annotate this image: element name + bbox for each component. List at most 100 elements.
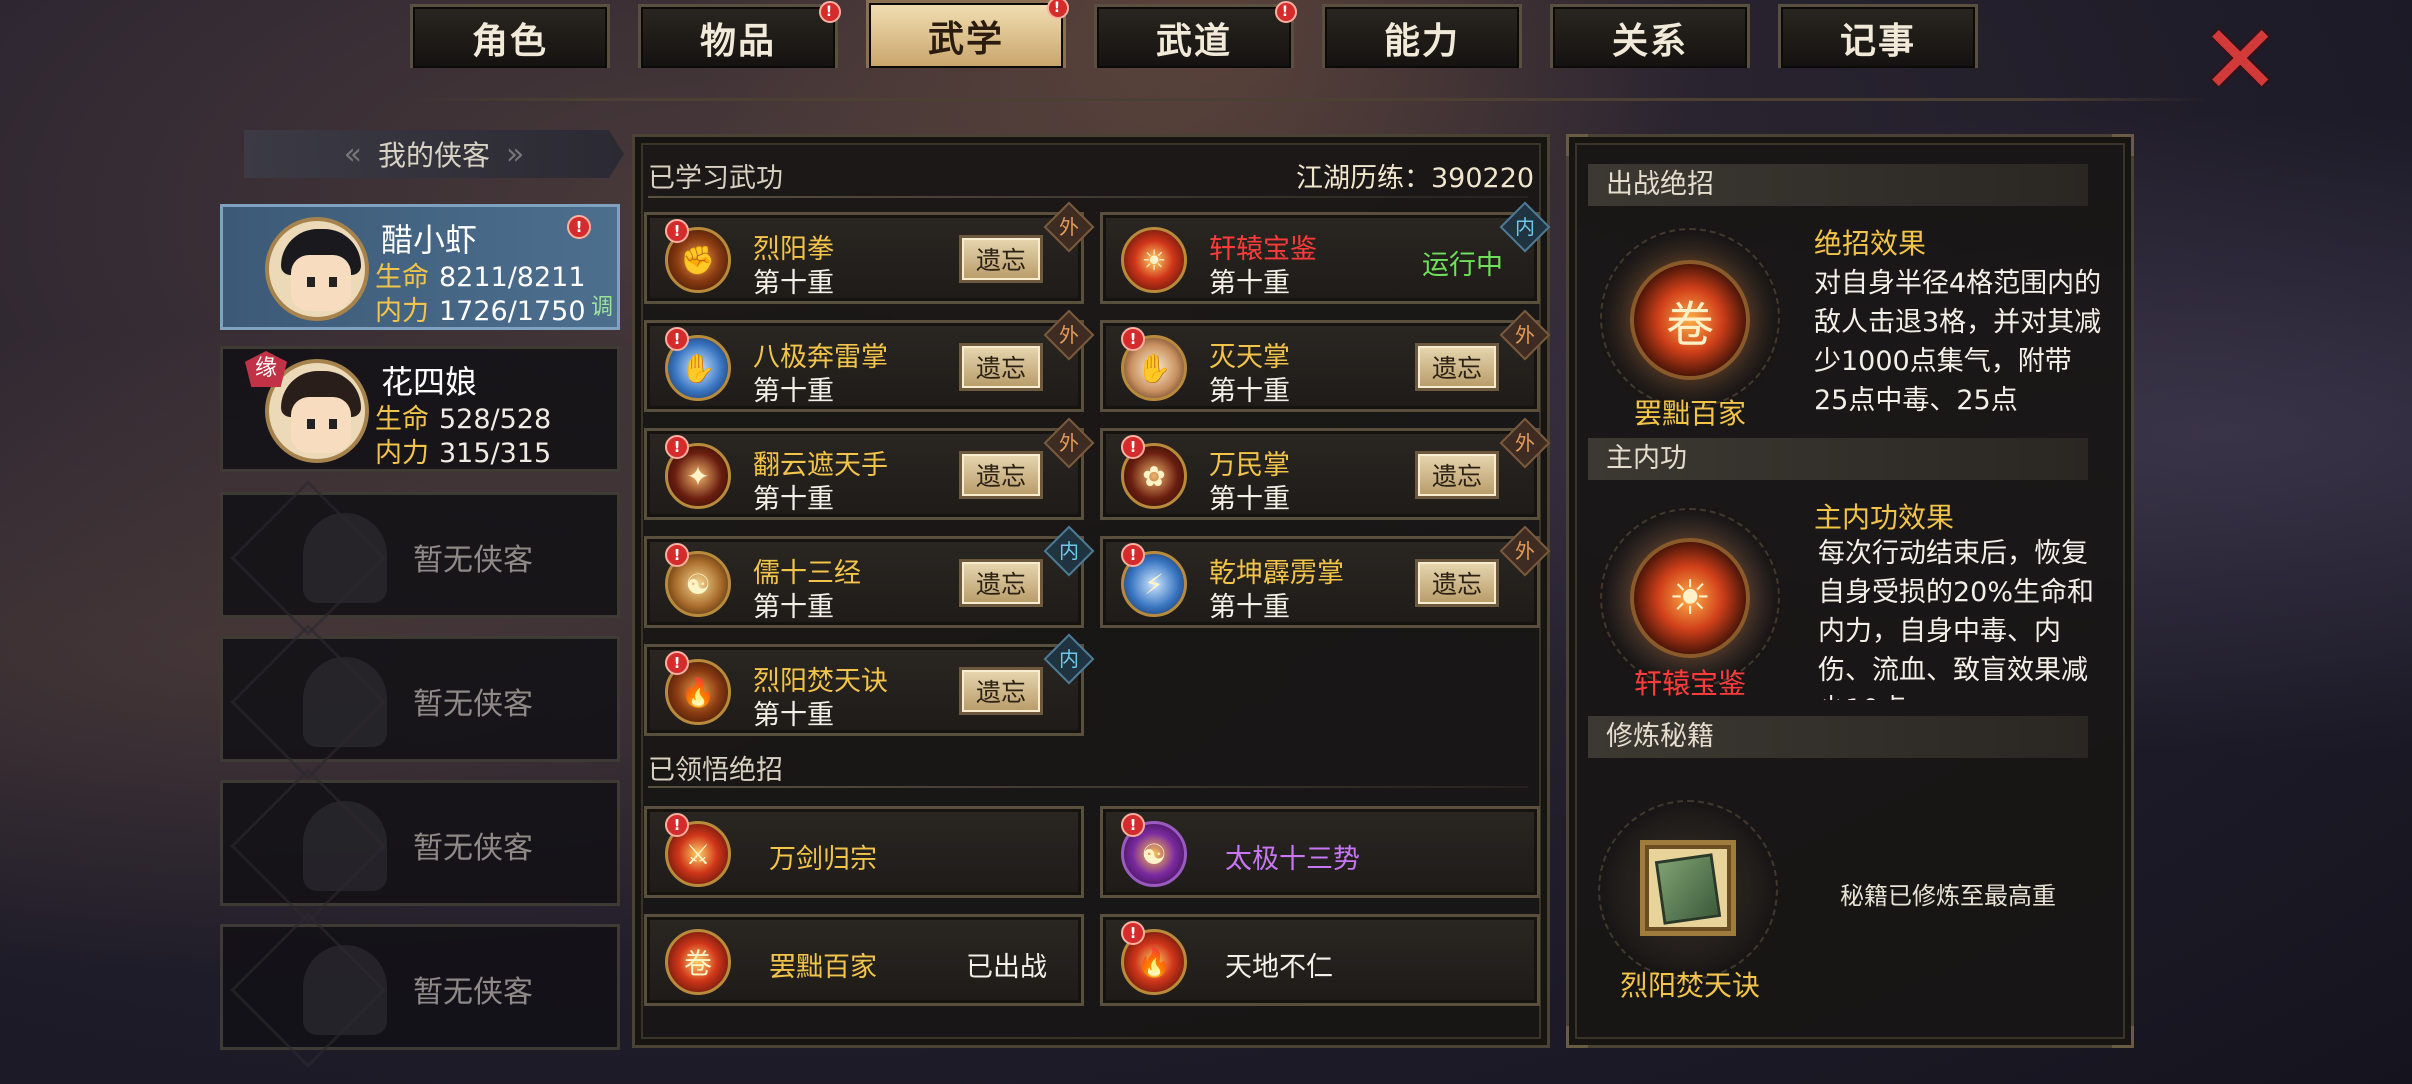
close-icon[interactable]: ✕ — [2200, 12, 2280, 108]
ultimate-name: 罢黜百家 — [769, 952, 877, 983]
ultimate-name: 万剑归宗 — [769, 844, 877, 875]
scroll-emblem-icon[interactable]: 卷 — [1630, 260, 1750, 380]
empty-hero-slot[interactable]: 暂无侠客 — [220, 480, 620, 636]
alert-icon: ! — [665, 651, 689, 675]
ultimate-card[interactable]: 🔥 ! 天地不仁 — [1100, 914, 1540, 1006]
alert-icon: ! — [1047, 0, 1069, 19]
skill-card[interactable]: ☯ ! 儒十三经 第十重 遗忘 内 — [644, 525, 1095, 628]
my-heroes-title: 我的侠客 — [377, 139, 490, 172]
silhouette-icon — [303, 513, 387, 603]
tab-relations[interactable]: 关系 — [1550, 4, 1750, 68]
tab-martial-way[interactable]: 武道! — [1094, 1, 1297, 68]
character-card-selected[interactable]: 醋小虾 ! 生命 8211/8211 内力 1726/1750 调 — [220, 204, 620, 330]
tab-abilities[interactable]: 能力 — [1322, 4, 1522, 68]
skill-card[interactable]: ✦ ! 翻云遮天手 第十重 遗忘 外 — [644, 417, 1095, 520]
ultimate-card[interactable]: ☯ ! 太极十三势 — [1100, 806, 1540, 898]
deployed-status: 已出战 — [966, 952, 1047, 983]
frame-corner — [1566, 134, 1588, 156]
forget-button[interactable]: 遗忘 — [1415, 451, 1499, 499]
alert-icon: ! — [1121, 327, 1145, 351]
scroll-icon: 卷 — [665, 929, 731, 995]
skill-card[interactable]: ⚡ ! 乾坤霹雳掌 第十重 遗忘 外 — [1100, 525, 1551, 628]
skill-card[interactable]: ✿ ! 万民掌 第十重 遗忘 外 — [1100, 417, 1551, 520]
skill-level: 第十重 — [1209, 268, 1290, 299]
skill-card[interactable]: ✋ ! 八极奔雷掌 第十重 遗忘 外 — [644, 309, 1095, 412]
tab-martial-arts[interactable]: 武学! — [866, 0, 1069, 68]
forget-button[interactable]: 遗忘 — [959, 235, 1043, 283]
skill-level: 第十重 — [753, 376, 834, 407]
skill-level: 第十重 — [753, 700, 834, 731]
alert-icon: ! — [665, 435, 689, 459]
tab-items[interactable]: 物品! — [638, 1, 841, 68]
skill-level: 第十重 — [753, 484, 834, 515]
frame-corner — [2112, 1026, 2134, 1048]
alert-icon: ! — [665, 327, 689, 351]
skill-level: 第十重 — [753, 592, 834, 623]
learned-skills-title: 已学习武功 — [648, 163, 783, 194]
main-inner-section: 主内功 — [1588, 438, 2088, 480]
empty-hero-slot[interactable]: 暂无侠客 — [220, 768, 620, 924]
empty-hero-slot[interactable]: 暂无侠客 — [220, 912, 620, 1068]
character-card[interactable]: 缘 花四娘 生命 528/528 内力 315/315 — [220, 346, 620, 472]
inner-effect-text: 每次行动结束后，恢复自身受损的20%生命和内力，自身中毒、内伤、流血、致盲效果减… — [1818, 538, 2095, 700]
alert-icon: ! — [1121, 435, 1145, 459]
chevron-right-icon: » — [506, 136, 525, 172]
alert-icon: ! — [1121, 543, 1145, 567]
frame-corner — [1566, 1026, 1588, 1048]
empty-slot-label: 暂无侠客 — [413, 975, 533, 1010]
book-name: 烈阳焚天诀 — [1619, 969, 1760, 1002]
avatar — [265, 217, 369, 321]
alert-icon: ! — [1121, 921, 1145, 945]
sun-emblem-icon[interactable]: ☀ — [1630, 538, 1750, 658]
running-status: 运行中 — [1422, 250, 1503, 281]
skill-level: 第十重 — [1209, 376, 1290, 407]
mp-stat: 内力 315/315 — [375, 438, 552, 469]
forget-button[interactable]: 遗忘 — [959, 559, 1043, 607]
active-ultimate-name: 罢黜百家 — [1633, 397, 1746, 430]
ultimate-name: 太极十三势 — [1225, 844, 1360, 875]
alert-icon: ! — [665, 813, 689, 837]
tab-role[interactable]: 角色 — [410, 4, 610, 68]
alert-icon: ! — [665, 543, 689, 567]
skill-card[interactable]: 🔥 ! 烈阳焚天诀 第十重 遗忘 内 — [644, 633, 1095, 736]
jianghu-experience: 江湖历练：390220 — [1296, 163, 1535, 194]
alert-icon: ! — [665, 219, 689, 243]
forget-button[interactable]: 遗忘 — [959, 667, 1043, 715]
empty-hero-slot[interactable]: 暂无侠客 — [220, 624, 620, 780]
forget-button[interactable]: 遗忘 — [959, 343, 1043, 391]
forget-button[interactable]: 遗忘 — [1415, 343, 1499, 391]
forget-button[interactable]: 遗忘 — [959, 451, 1043, 499]
adjust-button[interactable]: 调 — [591, 289, 613, 321]
bond-badge: 缘 — [245, 351, 287, 387]
sun-skill-icon: ☀ — [1121, 227, 1187, 293]
inner-effect-title: 主内功效果 — [1814, 501, 1955, 534]
ultimate-name: 天地不仁 — [1225, 952, 1333, 983]
skill-card[interactable]: ✊ ! 烈阳拳 第十重 遗忘 外 — [644, 201, 1095, 304]
my-heroes-header: « 我的侠客 » — [244, 130, 624, 178]
alert-icon: ! — [819, 1, 841, 23]
skill-level: 第十重 — [1209, 592, 1290, 623]
chevron-left-icon: « — [343, 136, 362, 172]
skill-card[interactable]: ✋ ! 灭天掌 第十重 遗忘 外 — [1100, 309, 1551, 412]
ultimate-effect-title: 绝招效果 — [1814, 227, 1927, 260]
ultimate-card[interactable]: 卷 罢黜百家 已出战 — [644, 914, 1084, 1006]
alert-icon: ! — [1275, 1, 1297, 23]
book-section: 修炼秘籍 — [1588, 716, 2088, 758]
ultimate-card[interactable]: ⚔ ! 万剑归宗 — [644, 806, 1084, 898]
tab-journal[interactable]: 记事 — [1778, 4, 1978, 68]
active-ultimate-section: 出战绝招 — [1588, 164, 2088, 206]
skill-level: 第十重 — [1209, 484, 1290, 515]
alert-icon: ! — [567, 215, 591, 239]
main-inner-name: 轩辕宝鉴 — [1633, 667, 1746, 700]
empty-slot-label: 暂无侠客 — [413, 831, 533, 866]
mp-stat: 内力 1726/1750 — [375, 296, 586, 327]
silhouette-icon — [303, 945, 387, 1035]
divider — [648, 786, 1528, 788]
frame-corner — [2112, 134, 2134, 156]
skill-card[interactable]: ☀ 轩辕宝鉴 第十重 运行中 内 — [1100, 201, 1551, 304]
silhouette-icon — [303, 657, 387, 747]
empty-slot-label: 暂无侠客 — [413, 687, 533, 722]
ultimates-title: 已领悟绝招 — [648, 755, 783, 786]
forget-button[interactable]: 遗忘 — [1415, 559, 1499, 607]
book-icon[interactable] — [1640, 840, 1736, 936]
